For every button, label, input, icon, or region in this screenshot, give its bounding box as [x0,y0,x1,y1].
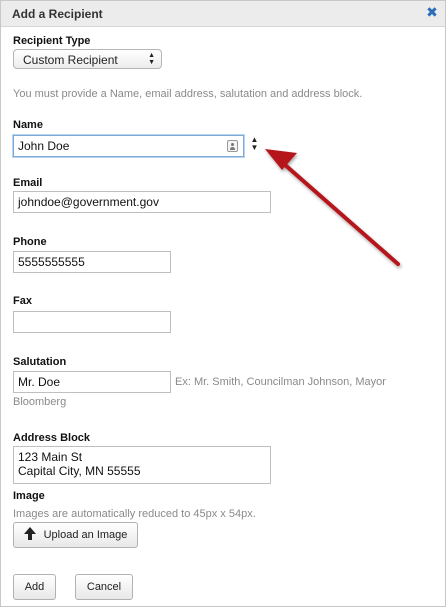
image-label: Image [13,490,45,502]
address-block-textarea[interactable]: 123 Main St Capital City, MN 55555 [13,446,271,484]
upload-arrow-icon [23,527,36,540]
address-block-label: Address Block [13,432,91,444]
recipient-type-label: Recipient Type [13,35,91,47]
email-input[interactable]: johndoe@government.gov [13,191,271,213]
recipient-type-select[interactable]: Custom Recipient ▲ ▼ [13,49,162,69]
fax-input[interactable] [13,311,171,333]
salutation-input[interactable]: Mr. Doe [13,371,171,393]
salutation-label: Salutation [13,356,67,368]
add-button[interactable]: Add [13,574,56,600]
dialog-titlebar: Add a Recipient ✖ [1,1,445,27]
close-icon[interactable]: ✖ [425,5,439,19]
contact-card-icon[interactable] [227,140,238,152]
fax-label: Fax [13,295,32,307]
cancel-button[interactable]: Cancel [75,574,133,600]
cancel-button-label: Cancel [86,581,122,593]
dialog-title: Add a Recipient [12,7,103,21]
instruction-text: You must provide a Name, email address, … [13,88,363,100]
email-value: johndoe@government.gov [18,195,159,209]
image-hint: Images are automatically reduced to 45px… [13,508,256,520]
salutation-example-cont: Bloomberg [13,396,67,408]
salutation-value: Mr. Doe [18,375,61,389]
phone-input[interactable]: 5555555555 [13,251,171,273]
name-input[interactable]: John Doe [13,135,244,157]
upload-image-button[interactable]: Upload an Image [13,522,138,548]
add-recipient-dialog: Add a Recipient ✖ Recipient Type Custom … [0,0,446,607]
phone-label: Phone [13,236,47,248]
phone-value: 5555555555 [18,255,85,269]
name-label: Name [13,119,43,131]
stepper-arrows-icon: ▲ ▼ [250,135,259,152]
upload-image-label: Upload an Image [43,529,128,541]
salutation-example: Ex: Mr. Smith, Councilman Johnson, Mayor [175,376,386,388]
select-arrows-icon: ▲ ▼ [148,52,155,66]
email-label: Email [13,177,43,189]
add-button-label: Add [24,581,45,593]
name-value: John Doe [18,139,70,153]
name-stepper[interactable]: ▲ ▼ [246,134,263,156]
recipient-type-value: Custom Recipient [23,53,118,67]
